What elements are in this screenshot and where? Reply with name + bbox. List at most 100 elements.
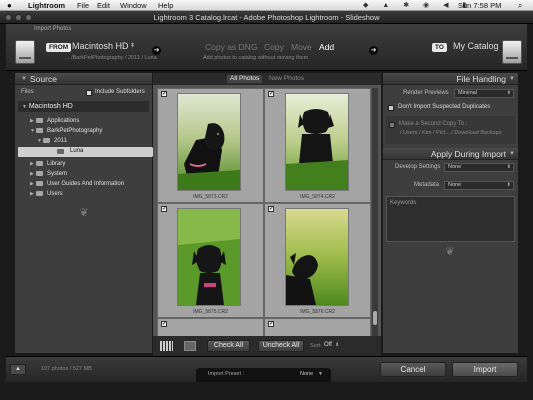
apple-menu-icon[interactable]: ● <box>7 0 12 11</box>
loupe-view-icon[interactable] <box>184 341 196 351</box>
folder-luna-selected[interactable]: Luna <box>18 147 152 157</box>
folder-icon <box>57 149 64 154</box>
develop-settings-select[interactable]: None <box>444 163 514 172</box>
folder-users[interactable]: ▶ Users <box>30 190 63 198</box>
photo-cell[interactable]: ✓ IMG_5876.CR2 <box>264 203 371 318</box>
menu-file[interactable]: File <box>77 0 89 11</box>
dog-photo-image <box>178 94 240 190</box>
folder-barkpetphotography[interactable]: ▼ BarkPetPhotography <box>30 127 102 135</box>
window-title: Lightroom 3 Catalog.lrcat - Adobe Photos… <box>153 13 380 22</box>
apply-during-import-panel: Apply During Import ▼ Develop Settings N… <box>383 148 518 353</box>
menu-app[interactable]: Lightroom <box>28 0 65 11</box>
include-subfolders-checkbox[interactable] <box>86 90 92 96</box>
import-button[interactable]: Import <box>452 362 518 377</box>
photo-cell[interactable]: ✓ IMG_5873.CR2 <box>157 88 264 203</box>
photo-thumbnail[interactable] <box>285 208 349 306</box>
volume-header[interactable]: ▼ Macintosh HD <box>18 101 149 112</box>
close-window-icon[interactable] <box>5 14 12 21</box>
photo-checkbox[interactable]: ✓ <box>268 321 274 327</box>
import-photos-label: Import Photos <box>34 26 72 32</box>
zoom-window-icon[interactable] <box>25 14 32 21</box>
second-copy-checkbox[interactable] <box>389 122 395 128</box>
apply-during-import-header[interactable]: Apply During Import ▼ <box>383 148 518 160</box>
menu-window[interactable]: Window <box>120 0 147 11</box>
to-badge: TO <box>432 43 447 52</box>
sort-dropdown[interactable]: Off <box>324 342 332 348</box>
photo-thumbnail[interactable] <box>177 93 241 191</box>
mode-move[interactable]: Move <box>291 42 312 52</box>
minimize-window-icon[interactable] <box>15 14 22 21</box>
photo-thumbnail[interactable] <box>285 93 349 191</box>
uncheck-all-button[interactable]: Uncheck All <box>258 340 304 352</box>
second-copy-path[interactable]: / Users / Kim / Pict... / Download Backu… <box>400 130 501 136</box>
dog-photo-image <box>178 209 240 305</box>
cancel-button[interactable]: Cancel <box>380 362 446 377</box>
photo-checkbox[interactable]: ✓ <box>161 206 167 212</box>
render-previews-select[interactable]: Minimal <box>454 89 514 98</box>
panel-end-ornament-icon: ❦ <box>445 246 455 258</box>
import-header: Import Photos FROM Macintosh HD ⬍ ... /B… <box>6 24 527 71</box>
photo-thumbnail[interactable] <box>177 208 241 306</box>
mode-add[interactable]: Add <box>319 42 334 52</box>
from-badge: FROM <box>46 43 72 52</box>
menu-edit[interactable]: Edit <box>97 0 110 11</box>
check-all-button[interactable]: Check All <box>207 340 250 352</box>
apply-during-import-title: Apply During Import <box>430 149 506 159</box>
source-dropdown-icon[interactable]: ⬍ <box>130 42 135 49</box>
scrollbar-thumb[interactable] <box>373 311 377 325</box>
photo-cell[interactable]: ✓ IMG_5875.CR2 <box>157 203 264 318</box>
folder-system[interactable]: ▶ System <box>30 170 67 178</box>
files-label: Files <box>21 89 34 95</box>
tab-new-photos[interactable]: New Photos <box>269 75 304 83</box>
include-subfolders-label: Include Subfolders <box>95 89 145 95</box>
folder-icon <box>36 170 43 176</box>
folder-luna-label: Luna <box>70 148 84 154</box>
destination-drive-icon[interactable] <box>502 40 522 64</box>
second-copy-label: Make a Second Copy To : <box>399 121 468 127</box>
mode-copy-as-dng[interactable]: Copy as DNG <box>205 42 257 52</box>
folder-2011[interactable]: ▼ 2011 <box>37 137 67 145</box>
dont-import-duplicates-label: Don't Import Suspected Duplicates <box>398 104 491 110</box>
folder-user-guides[interactable]: ▶ User Guides And Information <box>30 180 124 188</box>
grid-view-icon[interactable] <box>160 341 173 351</box>
metadata-select[interactable]: None <box>444 181 514 190</box>
photo-checkbox[interactable]: ✓ <box>268 206 274 212</box>
grid-scrollbar[interactable] <box>372 88 378 341</box>
dont-import-duplicates-checkbox[interactable] <box>388 105 394 111</box>
mac-menubar: ● Lightroom File Edit Window Help ◆ ▲ ✱ … <box>0 0 533 11</box>
photo-cell[interactable]: ✓ IMG_5874.CR2 <box>264 88 371 203</box>
source-panel-header[interactable]: ▼ Source <box>15 73 152 85</box>
mode-copy[interactable]: Copy <box>264 42 284 52</box>
volume-name: Macintosh HD <box>28 103 73 110</box>
window-titlebar: Lightroom 3 Catalog.lrcat - Adobe Photos… <box>0 11 533 24</box>
photo-checkbox[interactable]: ✓ <box>161 321 167 327</box>
photo-checkbox[interactable]: ✓ <box>268 91 274 97</box>
keywords-field[interactable]: Keywords <box>386 196 515 242</box>
folder-applications[interactable]: ▶ Applications <box>30 117 79 125</box>
preset-chevron-icon: ▼ <box>318 371 323 377</box>
file-handling-header[interactable]: File Handling ▼ <box>383 73 518 85</box>
source-drive-icon[interactable] <box>15 40 35 64</box>
file-handling-panel: File Handling ▼ Render Previews Minimal … <box>383 73 518 148</box>
destination-name[interactable]: My Catalog <box>453 41 499 51</box>
folder-library[interactable]: ▶ Library <box>30 160 65 168</box>
menu-help[interactable]: Help <box>158 0 173 11</box>
keywords-label: Keywords <box>390 200 417 206</box>
import-preset-bar[interactable]: Import Preset : None ▼ <box>196 368 331 382</box>
source-path: ... /BarkPetPhotography / 2011 / Luna <box>65 55 157 61</box>
arrow-right-icon: ➜ <box>369 46 378 55</box>
photo-checkbox[interactable]: ✓ <box>161 91 167 97</box>
collapse-button[interactable]: ▲ <box>10 364 26 375</box>
spotlight-icon[interactable]: ⌕ <box>518 0 522 11</box>
develop-settings-label: Develop Settings <box>395 164 441 170</box>
panel-end-ornament-icon: ❦ <box>79 207 89 219</box>
source-name[interactable]: Macintosh HD <box>72 41 129 51</box>
sort-label: Sort: <box>310 343 322 349</box>
folder-icon <box>36 127 43 133</box>
tab-all-photos[interactable]: All Photos <box>227 75 263 83</box>
menubar-clock[interactable]: Sun 7:58 PM <box>458 0 501 11</box>
folder-icon <box>43 137 50 143</box>
folder-icon <box>36 160 43 166</box>
photo-filename: IMG_5873.CR2 <box>193 194 228 200</box>
render-previews-label: Render Previews <box>403 90 449 96</box>
